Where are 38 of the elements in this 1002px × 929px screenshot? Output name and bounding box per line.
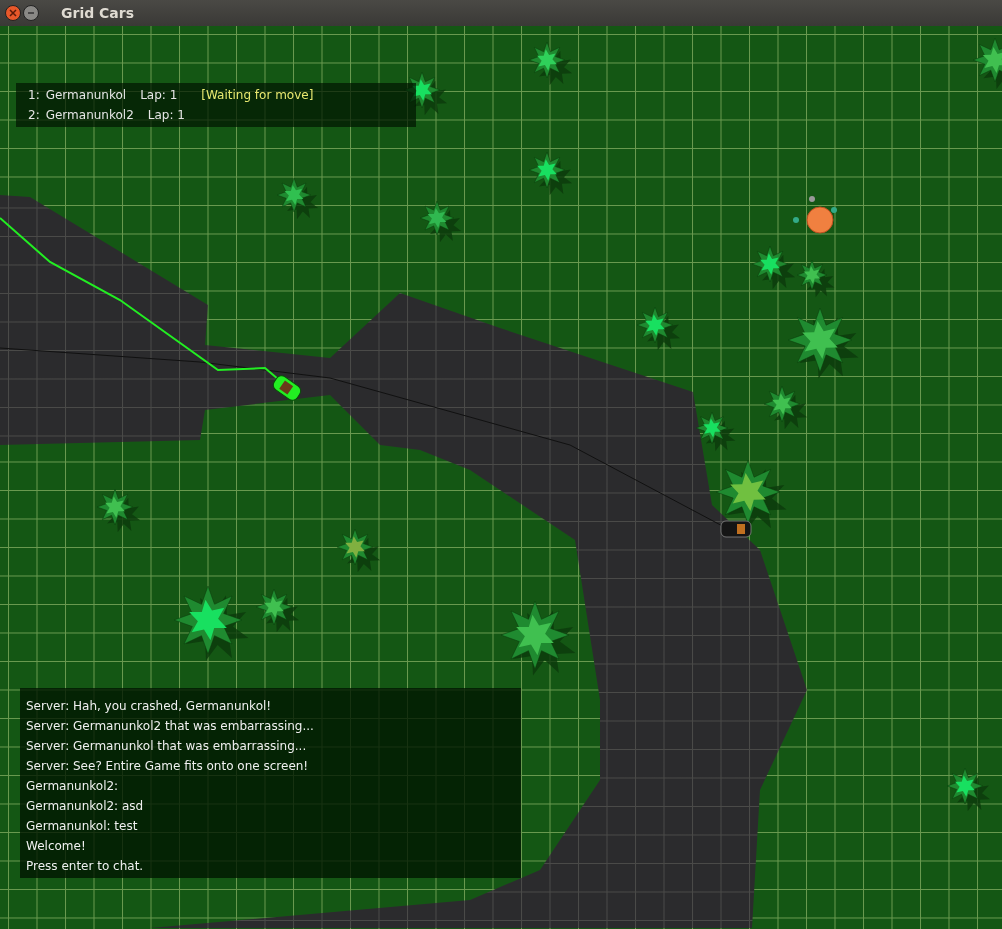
tree-drawing	[787, 307, 859, 379]
window-title: Grid Cars	[61, 5, 135, 21]
tree-drawing	[763, 385, 808, 430]
chat-message: Germanunkol2: asd	[26, 798, 145, 815]
close-icon	[9, 9, 17, 17]
tree-drawing	[528, 151, 573, 196]
tree-drawing	[276, 177, 319, 220]
lap-count: Lap: 1	[140, 87, 178, 104]
chat-message: Welcome!	[26, 838, 87, 855]
player-rank: 1:	[28, 87, 40, 104]
chat-message: Server: See? Entire Game fits onto one screen!	[26, 758, 310, 775]
chat-message: Press enter to chat.	[26, 858, 145, 875]
tree-drawing	[695, 411, 736, 452]
tree-drawing	[528, 41, 573, 86]
tree-drawing	[636, 306, 681, 351]
close-button[interactable]	[5, 5, 21, 21]
parasol-drawing	[793, 196, 837, 234]
tree-drawing	[972, 37, 1002, 89]
tree-drawing	[336, 528, 381, 573]
minimize-button[interactable]	[23, 5, 39, 21]
tree-drawing	[946, 767, 991, 812]
tree-drawing	[796, 259, 835, 298]
player-name: Germanunkol	[45, 87, 127, 104]
tree-drawing	[751, 245, 796, 290]
tree-drawing	[419, 200, 462, 243]
minimize-icon	[27, 9, 35, 17]
chat-message: Server: Germanunkol2 that was embarrassing...	[26, 718, 315, 735]
chat-message: Server: Hah, you crashed, Germanunkol!	[26, 698, 273, 715]
tree-drawing	[255, 588, 300, 633]
tree-drawing	[96, 488, 141, 533]
player-name: Germanunkol2	[45, 107, 134, 124]
chat-message: Germanunkol2:	[26, 778, 120, 795]
player-rank: 2:	[28, 107, 40, 124]
chat-message: Server: Germanunkol that was embarrassing...	[26, 738, 308, 755]
car-drawing	[720, 520, 752, 538]
lap-count: Lap: 1	[147, 107, 185, 124]
chat-message: Germanunkol: test	[26, 818, 139, 835]
player-status: [Waiting for move]	[201, 87, 314, 104]
